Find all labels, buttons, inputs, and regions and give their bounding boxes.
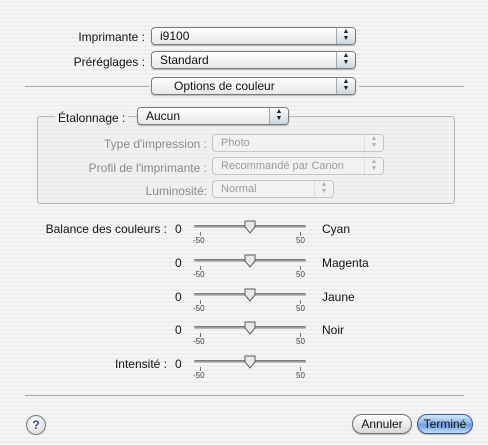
calibration-label: Étalonnage : xyxy=(55,111,129,125)
help-icon: ? xyxy=(32,418,40,432)
cyan-slider[interactable]: -50 50 xyxy=(190,218,310,248)
slider-value: 0 xyxy=(175,290,182,304)
intensity-slider[interactable]: -50 50 xyxy=(190,353,310,383)
footer-separator xyxy=(25,395,464,396)
slider-value: 0 xyxy=(175,357,182,371)
slider-value: 0 xyxy=(175,323,182,337)
print-type-popup[interactable]: Photo ▲ ▼ xyxy=(212,134,384,152)
printer-label: Imprimante : xyxy=(78,30,145,44)
printer-profile-label: Profil de l'imprimante : xyxy=(88,161,207,175)
slider-max-label: 50 xyxy=(296,236,305,245)
slider-max-label: 50 xyxy=(296,371,305,380)
separator-left xyxy=(25,86,149,87)
magenta-slider[interactable]: -50 50 xyxy=(190,252,310,282)
panel-select-popup[interactable]: Options de couleur ▲ ▼ xyxy=(151,77,356,95)
separator-right xyxy=(359,86,464,87)
color-balance-label: Balance des couleurs : xyxy=(45,222,167,236)
slider-max-label: 50 xyxy=(296,304,305,313)
slider-max-label: 50 xyxy=(296,337,305,346)
up-down-arrows-icon: ▲ ▼ xyxy=(314,181,333,197)
up-down-arrows-icon: ▲ ▼ xyxy=(269,108,288,124)
slider-value: 0 xyxy=(175,256,182,270)
noir-slider[interactable]: -50 50 xyxy=(190,319,310,349)
slider-min-label: -50 xyxy=(193,270,205,279)
slider-min-label: -50 xyxy=(193,337,205,346)
slider-min-label: -50 xyxy=(193,304,205,313)
up-down-arrows-icon: ▲ ▼ xyxy=(336,52,355,68)
slider-name: Cyan xyxy=(322,222,351,236)
brightness-label: Luminosité: xyxy=(145,184,207,198)
slider-min-label: -50 xyxy=(193,236,205,245)
done-button[interactable]: Terminé xyxy=(417,414,473,434)
calibration-value: Aucun xyxy=(146,109,181,123)
print-type-value: Photo xyxy=(221,137,250,149)
up-down-arrows-icon: ▲ ▼ xyxy=(336,78,355,94)
printer-profile-popup[interactable]: Recommandé par Canon ▲ ▼ xyxy=(212,157,384,175)
slider-thumb-icon[interactable] xyxy=(244,288,256,302)
printer-profile-value: Recommandé par Canon xyxy=(221,160,344,172)
slider-max-label: 50 xyxy=(296,270,305,279)
slider-name: Magenta xyxy=(322,256,369,270)
slider-thumb-icon[interactable] xyxy=(244,355,256,369)
slider-min-label: -50 xyxy=(193,371,205,380)
brightness-popup[interactable]: Normal ▲ ▼ xyxy=(212,180,334,198)
slider-thumb-icon[interactable] xyxy=(244,220,256,234)
up-down-arrows-icon: ▲ ▼ xyxy=(364,135,383,151)
panel-select-value: Options de couleur xyxy=(174,79,275,93)
brightness-value: Normal xyxy=(221,183,257,195)
jaune-slider[interactable]: -50 50 xyxy=(190,286,310,316)
slider-value: 0 xyxy=(175,222,182,236)
cancel-button[interactable]: Annuler xyxy=(352,414,412,434)
slider-thumb-icon[interactable] xyxy=(244,321,256,335)
printer-value: i9100 xyxy=(160,29,190,43)
presets-value: Standard xyxy=(160,53,209,67)
presets-label: Préréglages : xyxy=(73,55,145,69)
printer-popup[interactable]: i9100 ▲ ▼ xyxy=(151,27,356,45)
slider-thumb-icon[interactable] xyxy=(244,254,256,268)
up-down-arrows-icon: ▲ ▼ xyxy=(336,28,355,44)
slider-name: Noir xyxy=(322,323,345,337)
intensity-label: Intensité : xyxy=(114,357,167,371)
calibration-popup[interactable]: Aucun ▲ ▼ xyxy=(137,107,289,125)
help-button[interactable]: ? xyxy=(26,415,46,435)
slider-name: Jaune xyxy=(322,290,355,304)
presets-popup[interactable]: Standard ▲ ▼ xyxy=(151,51,356,69)
print-type-label: Type d'impression : xyxy=(103,137,207,151)
up-down-arrows-icon: ▲ ▼ xyxy=(364,158,383,174)
